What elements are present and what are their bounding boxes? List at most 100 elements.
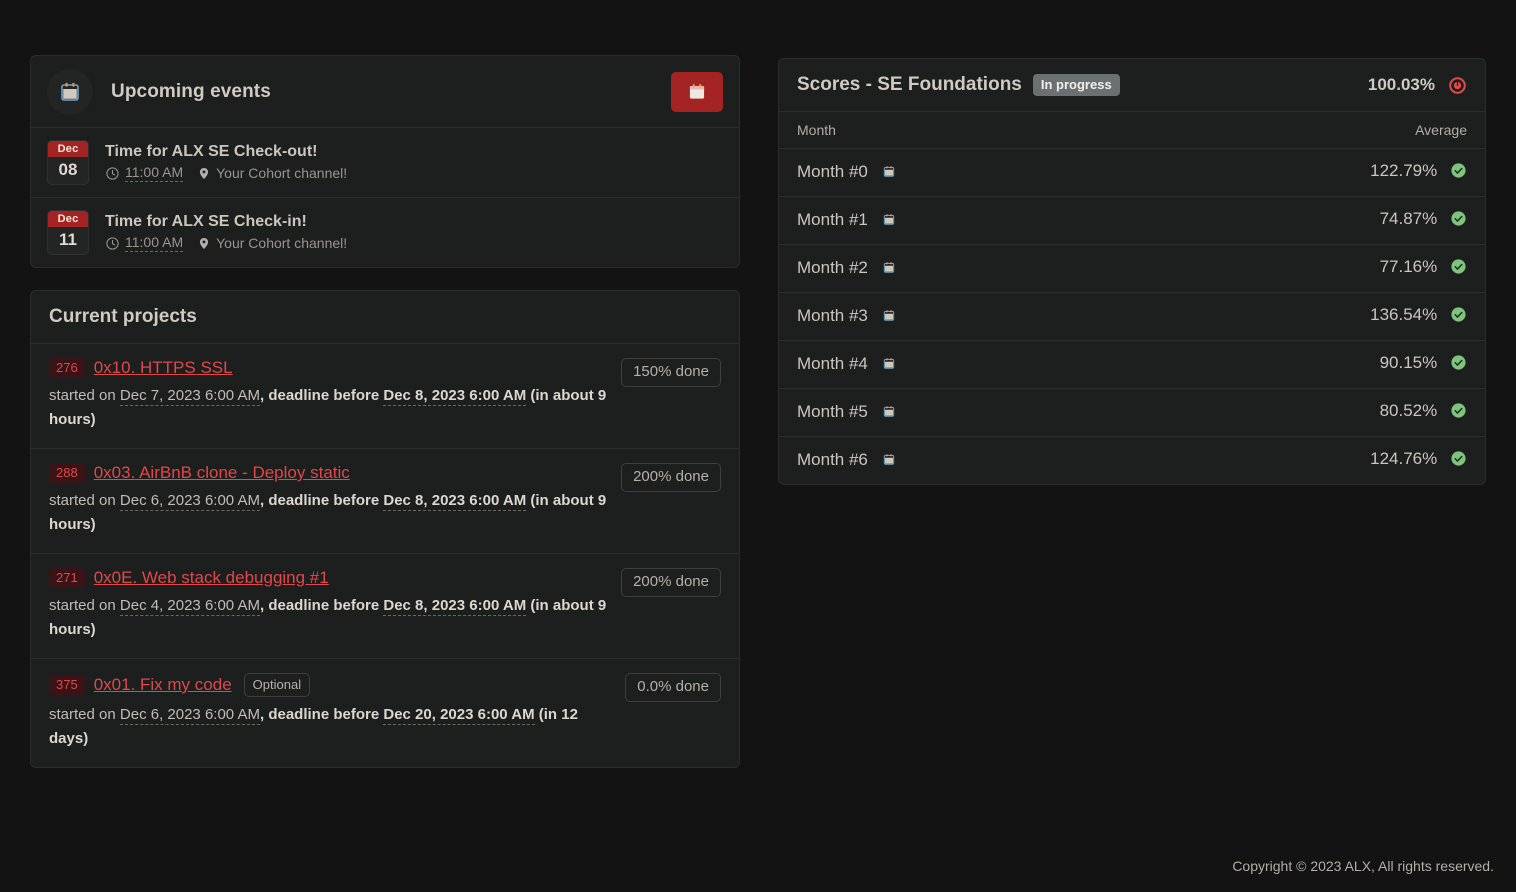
deadline-label: , deadline before [259,387,384,404]
event-time: 11:00 AM [105,164,184,182]
list-item[interactable]: Dec 11 Time for ALX SE Check-in! 11:00 A… [31,198,739,267]
calendar-icon [47,68,93,115]
month-cell: Month #5 [779,388,1135,438]
check-circle-icon [1450,259,1467,279]
project-link[interactable]: 0x0E. Web stack debugging #1 [94,568,329,588]
list-item[interactable]: 271 0x0E. Web stack debugging #1 200% do… [31,554,739,659]
list-item[interactable]: Dec 08 Time for ALX SE Check-out! 11:00 … [31,128,739,198]
calendar-icon [882,212,896,231]
event-month: Dec [48,211,88,227]
project-link[interactable]: 0x01. Fix my code [94,675,232,695]
clock-icon [105,166,120,181]
event-time: 11:00 AM [105,234,184,252]
started-date: Dec 4, 2023 6:00 AM [119,597,260,616]
current-projects-title: Current projects [31,291,739,344]
event-body: Time for ALX SE Check-out! 11:00 AM Your… [105,143,361,182]
project-link[interactable]: 0x10. HTTPS SSL [94,358,233,378]
event-location-value: Your Cohort channel! [216,165,348,181]
scores-header: Scores - SE Foundations In progress 100.… [779,59,1485,113]
project-progress-badge: 0.0% done [625,673,721,702]
average-cell: 80.52% [1134,388,1485,438]
clock-circle-icon [1448,76,1467,95]
event-title: Time for ALX SE Check-out! [105,143,318,160]
month-label: Month #1 [797,209,868,229]
check-circle-icon [1450,163,1467,183]
check-circle-icon [1450,403,1467,423]
list-item[interactable]: 375 0x01. Fix my code Optional 0.0% done… [31,659,739,767]
average-cell: 90.15% [1134,340,1485,390]
project-schedule: started on Dec 4, 2023 6:00 AM, deadline… [49,594,614,642]
deadline-date: Dec 8, 2023 6:00 AM [383,387,527,406]
check-circle-icon [1450,451,1467,471]
month-label: Month #4 [797,353,868,373]
deadline-label: , deadline before [259,705,384,723]
started-date: Dec 7, 2023 6:00 AM [119,387,260,406]
average-value: 90.15% [1379,353,1438,373]
table-row[interactable]: Month #2 77.16% [779,244,1485,294]
table-row[interactable]: Month #4 90.15% [779,340,1485,390]
event-time-value: 11:00 AM [125,164,184,182]
event-date-badge: Dec 08 [47,140,89,185]
deadline-label: , deadline before [259,597,384,614]
project-link[interactable]: 0x03. AirBnB clone - Deploy static [94,463,350,483]
month-cell: Month #3 [779,292,1135,342]
event-date-badge: Dec 11 [47,210,89,255]
overall-percent: 100.03% [1367,75,1435,95]
project-id-badge: 375 [49,675,85,695]
check-circle-icon [1450,211,1467,231]
event-location-value: Your Cohort channel! [216,235,348,251]
month-cell: Month #1 [779,196,1135,246]
list-item[interactable]: 276 0x10. HTTPS SSL 150% done started on… [31,344,739,449]
month-label: Month #6 [797,449,868,469]
average-value: 77.16% [1379,257,1438,277]
list-item[interactable]: 288 0x03. AirBnB clone - Deploy static 2… [31,449,739,554]
average-value: 136.54% [1370,305,1438,325]
month-label: Month #3 [797,305,868,325]
started-date: Dec 6, 2023 6:00 AM [119,705,260,725]
project-progress-badge: 150% done [621,358,721,387]
calendar-icon [882,260,896,279]
calendar-icon [882,164,896,183]
table-row[interactable]: Month #3 136.54% [779,292,1485,342]
average-cell: 74.87% [1134,196,1485,246]
upcoming-events-header: Upcoming events [31,56,739,128]
project-progress-badge: 200% done [621,568,721,597]
left-column: Upcoming events Dec 08 Time for ALX SE C… [30,55,740,768]
event-title: Time for ALX SE Check-in! [105,213,307,230]
calendar-icon [882,404,896,423]
month-cell: Month #2 [779,244,1135,294]
deadline-date: Dec 8, 2023 6:00 AM [383,597,527,616]
table-row[interactable]: Month #1 74.87% [779,196,1485,246]
average-cell: 77.16% [1134,244,1485,294]
current-projects-card: Current projects 276 0x10. HTTPS SSL 150… [30,290,740,768]
clock-icon [105,236,120,251]
event-day: 11 [59,230,77,249]
table-header-row: Month Average [779,112,1485,150]
event-month: Dec [48,141,88,157]
started-label: started on [49,387,120,404]
calendar-icon [882,452,896,471]
started-label: started on [49,705,120,723]
project-id-badge: 276 [49,358,85,378]
check-circle-icon [1450,307,1467,327]
deadline-label: , deadline before [259,492,384,509]
column-header-average: Average [1134,112,1485,150]
event-location: Your Cohort channel! [197,235,347,251]
month-label: Month #5 [797,401,868,421]
average-value: 122.79% [1370,161,1438,181]
map-pin-icon [197,166,211,181]
project-progress-badge: 200% done [621,463,721,492]
right-column: Scores - SE Foundations In progress 100.… [778,58,1486,486]
table-row[interactable]: Month #6 124.76% [779,437,1485,484]
project-schedule: started on Dec 6, 2023 6:00 AM, deadline… [49,703,614,751]
open-calendar-button[interactable] [671,71,723,112]
table-row[interactable]: Month #5 80.52% [779,388,1485,438]
event-day: 08 [58,160,78,179]
column-header-month: Month [779,112,1135,150]
month-cell: Month #4 [779,340,1135,390]
average-cell: 124.76% [1134,437,1485,484]
scores-card: Scores - SE Foundations In progress 100.… [778,58,1486,486]
table-row[interactable]: Month #0 122.79% [779,148,1485,198]
scores-table: Month Average Month #0 122.79% Month #1 … [779,112,1485,484]
average-cell: 136.54% [1134,292,1485,342]
